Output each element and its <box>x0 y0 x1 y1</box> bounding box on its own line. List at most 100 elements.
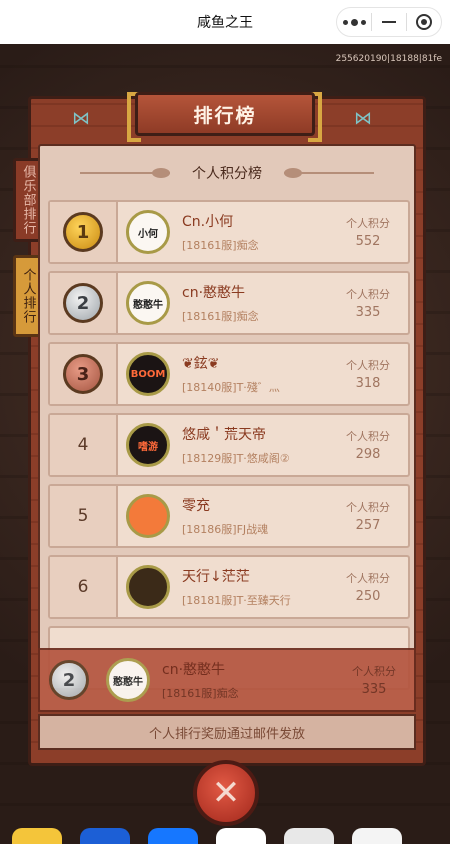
rank-number: 6 <box>77 577 89 597</box>
score-label: 个人积分 <box>346 501 390 514</box>
avatar[interactable]: BOOM <box>126 352 170 396</box>
player-server: [18186服]FJ战魂 <box>182 523 269 536</box>
tab-personal-label: 个人排行 <box>20 268 36 324</box>
player-info: 天行↓茫茫 [18181服]T·至臻天行 <box>182 566 328 608</box>
score-label: 个人积分 <box>346 359 390 372</box>
ranking-row[interactable]: 5 零充 [18186服]FJ战魂 个人积分 257 <box>48 484 410 548</box>
more-icon <box>342 18 366 26</box>
score-block: 个人积分 318 <box>328 357 408 391</box>
tab-club-label: 俱乐部排行 <box>20 165 36 235</box>
rank-cell: 1 <box>50 202 118 262</box>
avatar[interactable]: 憨憨牛 <box>126 281 170 325</box>
player-server: [18129服]T·悠咸阁② <box>182 452 290 465</box>
gold-medal-icon: 1 <box>63 212 103 252</box>
score-value: 335 <box>355 305 381 320</box>
app-title: 咸鱼之王 <box>197 15 253 31</box>
score-value: 257 <box>355 518 381 533</box>
score-value: 552 <box>355 234 381 249</box>
avatar[interactable]: 小何 <box>126 210 170 254</box>
rank-cell: 2 <box>50 273 118 333</box>
score-label: 个人积分 <box>346 572 390 585</box>
score-block: 个人积分 552 <box>328 215 408 249</box>
player-server: [18161服]痴念 <box>182 239 259 252</box>
app-icon[interactable] <box>352 828 402 844</box>
avatar[interactable] <box>126 494 170 538</box>
subheader-title: 个人积分榜 <box>192 166 262 182</box>
fish-divider-icon <box>80 168 170 178</box>
rank-cell: 2 <box>40 650 98 710</box>
player-server: [18140服]T·殘゛灬 <box>182 381 280 394</box>
app-icon[interactable] <box>12 828 62 844</box>
app-icon[interactable] <box>216 828 266 844</box>
rank-number: 4 <box>77 435 89 455</box>
server-serial: 255620190|18188|81fe <box>335 54 442 64</box>
player-info: 悠咸＇荒天帝 [18129服]T·悠咸阁② <box>182 424 328 466</box>
app-titlebar: 咸鱼之王 <box>0 0 450 44</box>
panel-title: 排行榜 <box>193 104 257 127</box>
ranking-row[interactable]: 2 憨憨牛 cn·憨憨牛 [18161服]痴念 个人积分 335 <box>48 271 410 335</box>
capsule-menu <box>336 7 442 37</box>
rank-number: 5 <box>77 506 89 526</box>
fish-icon: ⋈ <box>354 108 372 129</box>
score-label: 个人积分 <box>346 217 390 230</box>
player-name: 悠咸＇荒天帝 <box>182 427 266 443</box>
player-server: [18181服]T·至臻天行 <box>182 594 291 607</box>
score-value: 335 <box>361 682 387 697</box>
player-info: cn·憨憨牛 [18161服]痴念 <box>182 282 328 324</box>
reward-notice-text: 个人排行奖励通过邮件发放 <box>148 726 305 742</box>
player-server: [18161服]痴念 <box>182 310 259 323</box>
avatar[interactable]: 嗜游 <box>126 423 170 467</box>
close-button[interactable]: ✕ <box>193 760 259 826</box>
subheader: 个人积分榜 <box>40 146 414 200</box>
score-block: 个人积分 335 <box>328 286 408 320</box>
target-icon <box>416 14 432 30</box>
score-label: 个人积分 <box>346 430 390 443</box>
ranking-row[interactable]: 1 小何 Cn.小何 [18161服]痴念 个人积分 552 <box>48 200 410 264</box>
player-name: cn·憨憨牛 <box>182 285 246 301</box>
app-icon[interactable] <box>148 828 198 844</box>
minimize-button[interactable] <box>372 8 406 36</box>
silver-medal-icon: 2 <box>49 660 89 700</box>
title-banner: 排行榜 <box>135 92 315 136</box>
player-name: cn·憨憨牛 <box>162 662 226 678</box>
score-block: 个人积分 257 <box>328 499 408 533</box>
player-info: cn·憨憨牛 [18161服]痴念 <box>162 659 334 701</box>
score-block: 个人积分 335 <box>334 663 414 697</box>
app-icon[interactable] <box>80 828 130 844</box>
bronze-medal-icon: 3 <box>63 354 103 394</box>
player-server: [18161服]痴念 <box>162 687 239 700</box>
exit-button[interactable] <box>407 8 441 36</box>
player-name: Cn.小何 <box>182 214 234 230</box>
ranking-row[interactable]: 3 BOOM ❦鉉❦ [18140服]T·殘゛灬 个人积分 318 <box>48 342 410 406</box>
silver-medal-icon: 2 <box>63 283 103 323</box>
my-rank-row[interactable]: 2 憨憨牛 cn·憨憨牛 [18161服]痴念 个人积分 335 <box>38 648 416 712</box>
score-label: 个人积分 <box>346 288 390 301</box>
ranking-row[interactable]: 4 嗜游 悠咸＇荒天帝 [18129服]T·悠咸阁② 个人积分 298 <box>48 413 410 477</box>
player-info: Cn.小何 [18161服]痴念 <box>182 211 328 253</box>
rank-cell: 3 <box>50 344 118 404</box>
more-button[interactable] <box>337 8 371 36</box>
score-value: 298 <box>355 447 381 462</box>
avatar[interactable] <box>126 565 170 609</box>
score-block: 个人积分 298 <box>328 428 408 462</box>
player-info: ❦鉉❦ [18140服]T·殘゛灬 <box>182 353 328 395</box>
score-block: 个人积分 250 <box>328 570 408 604</box>
player-name: ❦鉉❦ <box>182 356 220 372</box>
player-name: 天行↓茫茫 <box>182 569 250 585</box>
player-name: 零充 <box>182 498 210 514</box>
avatar[interactable]: 憨憨牛 <box>106 658 150 702</box>
reward-notice: 个人排行奖励通过邮件发放 <box>38 714 416 750</box>
rank-cell: 6 <box>50 557 118 617</box>
ranking-row[interactable]: 6 天行↓茫茫 [18181服]T·至臻天行 个人积分 250 <box>48 555 410 619</box>
rank-cell: 4 <box>50 415 118 475</box>
player-info: 零充 [18186服]FJ战魂 <box>182 495 328 537</box>
score-value: 250 <box>355 589 381 604</box>
app-dock <box>0 828 450 844</box>
minimize-icon <box>382 21 396 23</box>
fish-icon: ⋈ <box>72 108 90 129</box>
app-icon[interactable] <box>284 828 334 844</box>
score-label: 个人积分 <box>352 665 396 678</box>
score-value: 318 <box>355 376 381 391</box>
rank-cell: 5 <box>50 486 118 546</box>
ranking-list-area[interactable]: 个人积分榜 1 小何 Cn.小何 [18161服]痴念 个人积分 552 2 憨… <box>38 144 416 712</box>
